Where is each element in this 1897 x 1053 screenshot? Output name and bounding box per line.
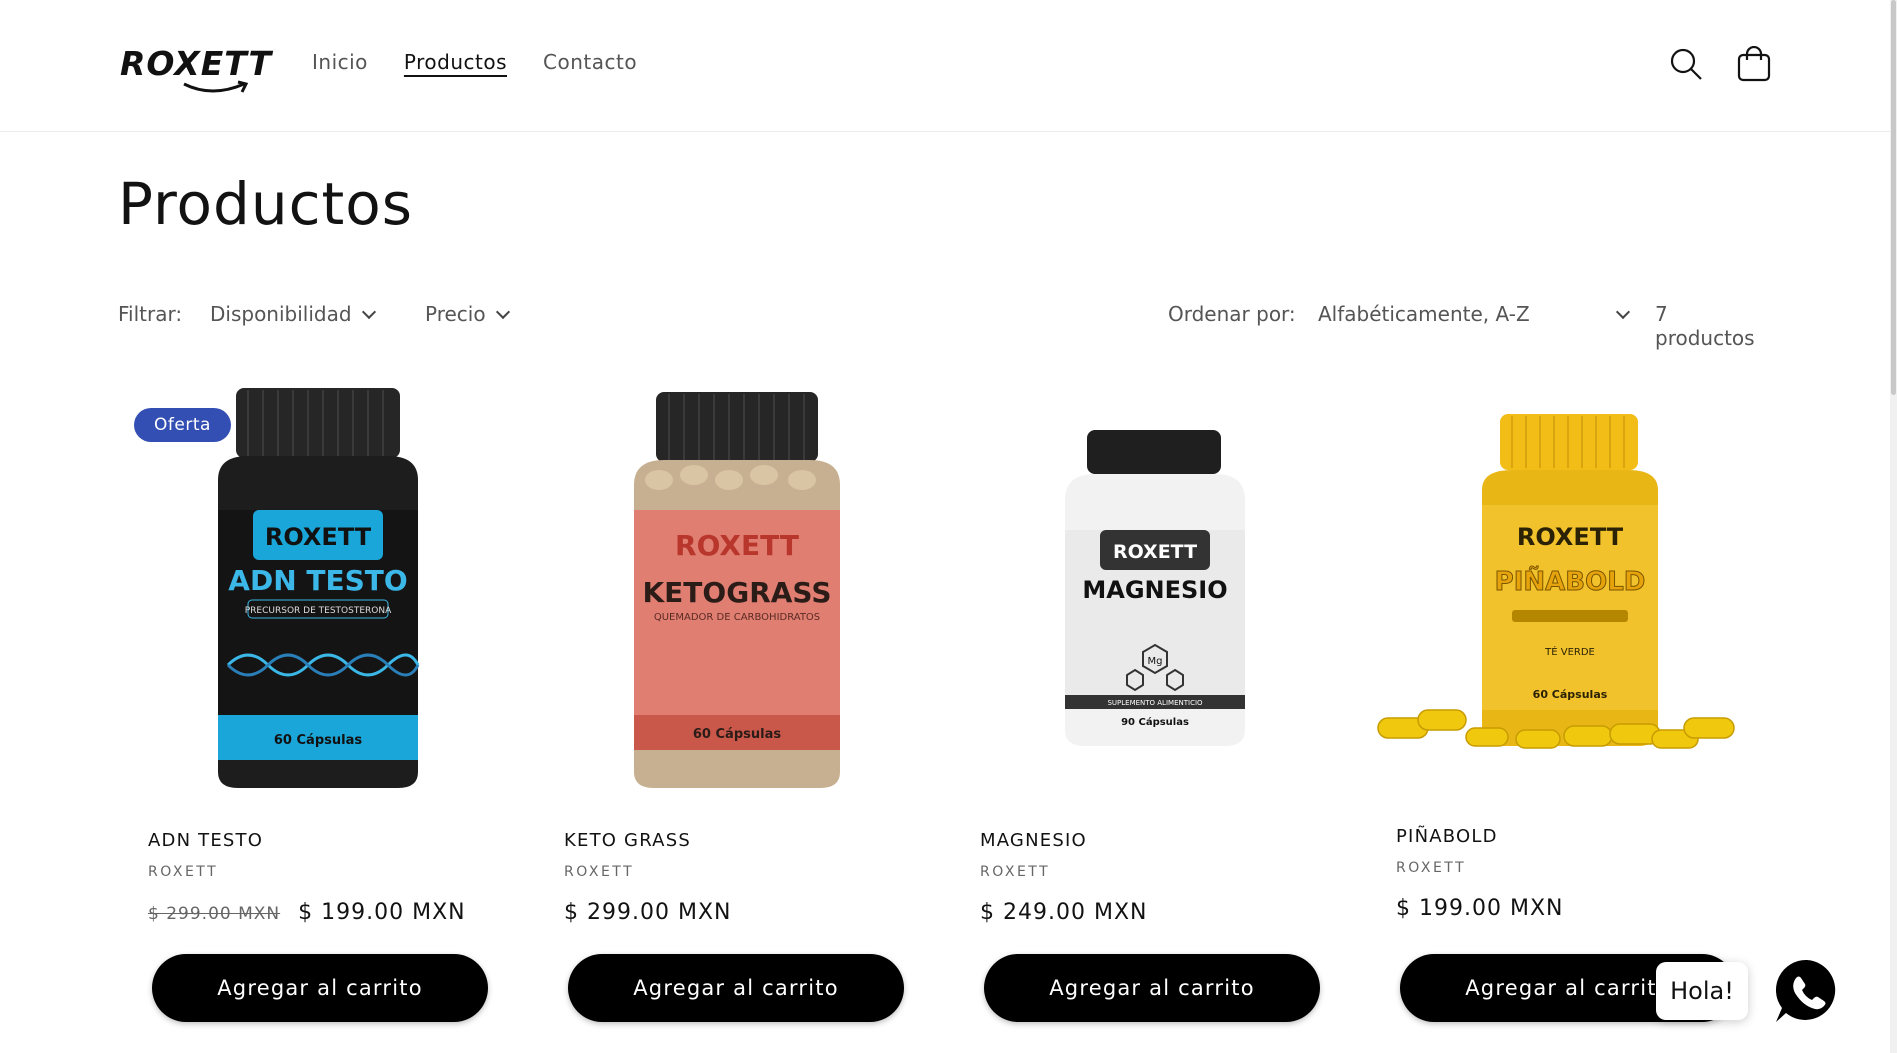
product-vendor: ROXETT	[148, 864, 219, 880]
label-capsules: 60 Cápsulas	[274, 733, 362, 748]
chevron-down-icon	[1615, 304, 1630, 320]
product-card[interactable]: ROXETT MAGNESIO Mg SUPLEMENTO ALIMENTICI…	[950, 380, 1340, 1022]
price: $ 199.00 MXN	[1396, 896, 1564, 921]
product-vendor: ROXETT	[980, 864, 1051, 880]
label-subtitle: QUEMADOR DE CARBOHIDRATOS	[654, 612, 820, 623]
price-row: $ 299.00 MXN	[564, 900, 731, 925]
nav-item-inicio[interactable]: Inicio	[312, 50, 368, 74]
sale-badge: Oferta	[134, 408, 231, 442]
page-title: Productos	[118, 170, 413, 238]
add-to-cart-button[interactable]: Agregar al carrito	[984, 954, 1320, 1022]
label-brand: ROXETT	[1517, 523, 1624, 551]
product-image[interactable]: ROXETT KETOGRASS QUEMADOR DE CARBOHIDRAT…	[534, 380, 924, 800]
chat-greeting-bubble[interactable]: Hola!	[1656, 962, 1748, 1020]
label-subtitle: SUPLEMENTO ALIMENTICIO	[1107, 699, 1203, 707]
filter-bar: Filtrar: Disponibilidad Precio Ordenar p…	[118, 302, 1768, 350]
product-card[interactable]: ROXETT PIÑABOLD TÉ VERDE 60 Cápsulas PIÑ…	[1366, 380, 1756, 1022]
label-product-name: ADN TESTO	[228, 564, 407, 597]
add-to-cart-button[interactable]: Agregar al carrito	[568, 954, 904, 1022]
label-capsules: 60 Cápsulas	[693, 727, 781, 742]
label-product-name: MAGNESIO	[1082, 576, 1227, 604]
filter-label: Filtrar:	[118, 302, 183, 326]
product-image[interactable]: ROXETT PIÑABOLD TÉ VERDE 60 Cápsulas	[1366, 380, 1756, 800]
filter-availability[interactable]: Disponibilidad	[210, 302, 376, 326]
label-product-name: KETOGRASS	[642, 576, 831, 609]
site-header: ROXETT Inicio Productos Contacto	[0, 0, 1890, 132]
product-card[interactable]: ROXETT KETOGRASS QUEMADOR DE CARBOHIDRAT…	[534, 380, 924, 1022]
product-image[interactable]: ROXETT MAGNESIO Mg SUPLEMENTO ALIMENTICI…	[950, 380, 1340, 800]
product-title[interactable]: MAGNESIO	[980, 830, 1087, 851]
label-capsules: 90 Cápsulas	[1121, 716, 1189, 728]
filter-price[interactable]: Precio	[425, 302, 510, 326]
product-title[interactable]: PIÑABOLD	[1396, 826, 1498, 847]
price-row: $ 299.00 MXN $ 199.00 MXN	[148, 900, 466, 925]
product-title[interactable]: ADN TESTO	[148, 830, 263, 851]
filter-availability-label: Disponibilidad	[210, 302, 352, 326]
chevron-down-icon	[495, 304, 510, 320]
chevron-down-icon	[361, 304, 376, 320]
label-brand: ROXETT	[675, 529, 799, 562]
sort-label: Ordenar por:	[1168, 302, 1296, 326]
product-card[interactable]: ROXETT ADN TESTO PRECURSOR DE TESTOSTERO…	[118, 380, 508, 1022]
product-vendor: ROXETT	[1396, 860, 1467, 876]
add-to-cart-button[interactable]: Agregar al carrito	[152, 954, 488, 1022]
nav-item-contacto[interactable]: Contacto	[543, 50, 637, 74]
price-compare: $ 299.00 MXN	[148, 904, 281, 924]
label-subtitle: TÉ VERDE	[1544, 645, 1595, 658]
filter-price-label: Precio	[425, 302, 486, 326]
bag-icon[interactable]	[1736, 46, 1772, 82]
price: $ 299.00 MXN	[564, 900, 732, 925]
label-capsules: 60 Cápsulas	[1533, 688, 1608, 701]
logo-text: ROXETT	[120, 44, 273, 83]
label-brand: ROXETT	[265, 523, 372, 551]
search-icon[interactable]	[1668, 46, 1704, 82]
sort-select[interactable]: Alfabéticamente, A-Z	[1318, 302, 1630, 326]
logo-smile-icon	[183, 80, 249, 93]
product-image[interactable]: ROXETT ADN TESTO PRECURSOR DE TESTOSTERO…	[118, 380, 508, 800]
brand-logo[interactable]: ROXETT	[120, 40, 271, 96]
label-product-name: PIÑABOLD	[1495, 565, 1646, 597]
label-subtitle: PRECURSOR DE TESTOSTERONA	[245, 606, 392, 616]
price-row: $ 199.00 MXN	[1396, 896, 1563, 921]
page-scrollbar[interactable]	[1890, 0, 1897, 1053]
whatsapp-icon[interactable]	[1772, 956, 1842, 1026]
price-sale: $ 199.00 MXN	[298, 900, 466, 925]
product-title[interactable]: KETO GRASS	[564, 830, 691, 851]
price: $ 249.00 MXN	[980, 900, 1148, 925]
price-row: $ 249.00 MXN	[980, 900, 1147, 925]
nav-item-productos[interactable]: Productos	[404, 50, 507, 74]
sort-select-value: Alfabéticamente, A-Z	[1318, 302, 1530, 326]
svg-text:Mg: Mg	[1148, 656, 1163, 667]
product-vendor: ROXETT	[564, 864, 635, 880]
label-brand: ROXETT	[1113, 541, 1197, 563]
product-count: 7 productos	[1655, 302, 1755, 350]
main-nav: Inicio Productos Contacto	[312, 50, 637, 74]
